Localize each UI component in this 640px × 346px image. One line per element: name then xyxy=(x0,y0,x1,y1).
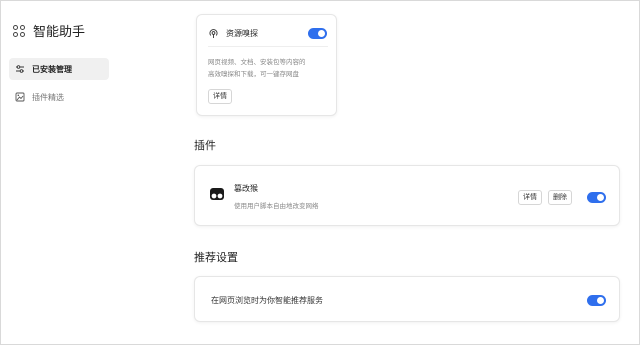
sidebar-item-installed[interactable]: 已安装管理 xyxy=(9,58,109,80)
sidebar: 智能助手 已安装管理 插件精选 xyxy=(1,1,121,346)
sidebar-item-featured[interactable]: 插件精选 xyxy=(9,86,109,108)
plugin-card: 篡改猴 使用用户脚本自由地改变网络 详情 删除 xyxy=(194,165,620,226)
divider xyxy=(208,46,328,47)
plugins-section-title: 插件 xyxy=(194,139,216,152)
recommend-toggle[interactable] xyxy=(587,295,606,306)
broadcast-icon xyxy=(209,29,218,38)
resource-sniff-card: 资源嗅探 网页视频、文档、安装包等内容的 高效嗅探和下载，可一键存网盘 详情 xyxy=(196,14,337,116)
plugin-details-button[interactable]: 详情 xyxy=(518,190,542,205)
window-frame: 智能助手 已安装管理 插件精选 资源嗅探 网页视频、文档、安装包等内容的 高效嗅… xyxy=(0,0,640,345)
plugin-toggle[interactable] xyxy=(587,192,606,203)
tampermonkey-icon xyxy=(210,188,224,200)
grid-icon xyxy=(13,24,25,37)
recommend-option-label: 在网页浏览时为你智能推荐服务 xyxy=(211,296,323,305)
resource-sniff-details-button[interactable]: 详情 xyxy=(208,89,232,104)
brand-title: 智能助手 xyxy=(33,25,86,40)
recommend-card: 在网页浏览时为你智能推荐服务 xyxy=(194,276,620,322)
brand: 智能助手 xyxy=(13,21,85,40)
image-icon xyxy=(15,92,25,102)
sliders-icon xyxy=(16,65,24,73)
plugin-description: 使用用户脚本自由地改变网络 xyxy=(234,202,319,210)
recommend-section-title: 推荐设置 xyxy=(194,251,238,264)
sidebar-item-label: 插件精选 xyxy=(32,92,64,102)
plugin-delete-button[interactable]: 删除 xyxy=(548,190,572,205)
resource-sniff-title: 资源嗅探 xyxy=(226,29,258,38)
resource-sniff-description-line1: 网页视频、文档、安装包等内容的 xyxy=(208,58,306,66)
plugin-name: 篡改猴 xyxy=(234,184,258,193)
sidebar-item-label: 已安装管理 xyxy=(32,64,72,74)
resource-sniff-description-line2: 高效嗅探和下载，可一键存网盘 xyxy=(208,70,299,78)
resource-sniff-toggle[interactable] xyxy=(308,28,327,39)
